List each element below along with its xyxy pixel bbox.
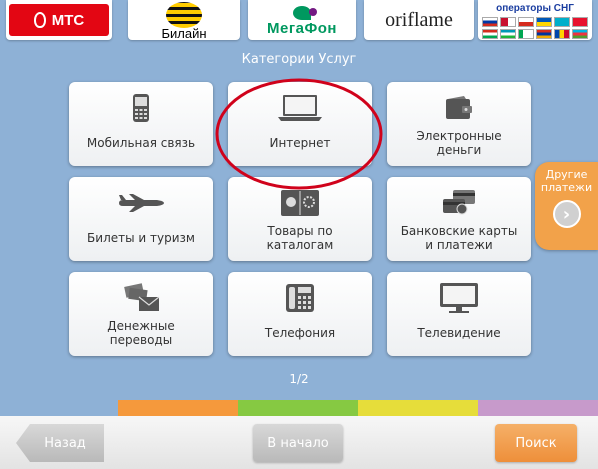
category-tickets[interactable]: Билеты и туризм xyxy=(69,177,213,261)
flag-icon xyxy=(554,17,570,27)
megafon-logo-icon xyxy=(293,5,317,20)
tv-icon xyxy=(439,282,479,314)
category-catalog[interactable]: Товары по каталогам xyxy=(228,177,372,261)
bank-card-icon xyxy=(441,187,477,219)
beeline-logo-icon xyxy=(166,2,202,28)
mts-egg-icon xyxy=(33,12,46,28)
category-telephony[interactable]: Телефония xyxy=(228,272,372,356)
page-indicator: 1/2 xyxy=(289,372,309,386)
category-tv[interactable]: Телевидение xyxy=(387,272,531,356)
flag-icon xyxy=(572,17,588,27)
laptop-icon xyxy=(277,92,323,124)
category-label: Электронные деньги xyxy=(416,129,502,157)
operator-beeline[interactable]: Билайн xyxy=(128,0,240,40)
category-grid: Мобильная связь Интернет Электронные ден… xyxy=(69,82,531,356)
strip-segment xyxy=(118,400,238,416)
category-label: Мобильная связь xyxy=(86,136,196,150)
strip-segment xyxy=(238,400,358,416)
operator-mts[interactable]: МТС xyxy=(6,0,112,40)
flag-icon xyxy=(482,17,498,27)
category-mobile[interactable]: Мобильная связь xyxy=(69,82,213,166)
home-button[interactable]: В начало xyxy=(253,424,343,462)
desk-phone-icon xyxy=(285,282,315,314)
other-payments-label: Другие платежи xyxy=(540,168,593,194)
operator-sng[interactable]: операторы СНГ xyxy=(478,0,592,40)
flag-icon xyxy=(518,29,534,39)
color-strip xyxy=(0,400,598,416)
category-money-transfer[interactable]: Денежные переводы xyxy=(69,272,213,356)
category-internet[interactable]: Интернет xyxy=(228,82,372,166)
category-bank-cards[interactable]: Банковские карты и платежи xyxy=(387,177,531,261)
other-payments-button[interactable]: Другие платежи › xyxy=(535,162,598,250)
flag-icon xyxy=(500,29,516,39)
flag-icon xyxy=(572,29,588,39)
flag-icon xyxy=(554,29,570,39)
category-label: Денежные переводы xyxy=(107,319,175,347)
strip-segment xyxy=(358,400,478,416)
catalog-icon xyxy=(280,187,320,219)
back-button[interactable]: Назад xyxy=(16,424,104,462)
wallet-icon xyxy=(444,92,474,124)
strip-segment xyxy=(478,400,598,416)
category-label: Интернет xyxy=(269,136,331,150)
category-label: Товары по каталогам xyxy=(266,224,334,252)
airplane-icon xyxy=(117,187,165,219)
category-label: Банковские карты и платежи xyxy=(400,224,518,252)
oriflame-label: oriflame xyxy=(385,8,453,31)
operator-oriflame[interactable]: oriflame xyxy=(364,0,474,40)
mobile-phone-icon xyxy=(132,92,150,124)
category-e-money[interactable]: Электронные деньги xyxy=(387,82,531,166)
money-transfer-icon xyxy=(121,282,161,314)
category-label: Билеты и туризм xyxy=(87,231,195,245)
cis-flags xyxy=(482,17,588,39)
chevron-right-icon: › xyxy=(552,200,581,228)
operator-megafon[interactable]: МегаФон xyxy=(248,0,356,40)
page-title: Категории Услуг xyxy=(241,52,357,67)
flag-icon xyxy=(518,17,534,27)
megafon-label: МегаФон xyxy=(267,19,337,37)
flag-icon xyxy=(482,29,498,39)
mts-label: МТС xyxy=(51,11,85,29)
strip-segment xyxy=(0,400,118,416)
search-button[interactable]: Поиск xyxy=(495,424,577,462)
beeline-label: Билайн xyxy=(161,26,207,40)
flag-icon xyxy=(500,17,516,27)
category-label: Телевидение xyxy=(417,326,501,340)
flag-icon xyxy=(536,17,552,27)
flag-icon xyxy=(536,29,552,39)
operators-strip: МТС Билайн МегаФон oriflame операторы СН… xyxy=(0,0,598,44)
mts-logo: МТС xyxy=(9,4,109,36)
category-label: Телефония xyxy=(264,326,336,340)
sng-label: операторы СНГ xyxy=(496,3,574,14)
